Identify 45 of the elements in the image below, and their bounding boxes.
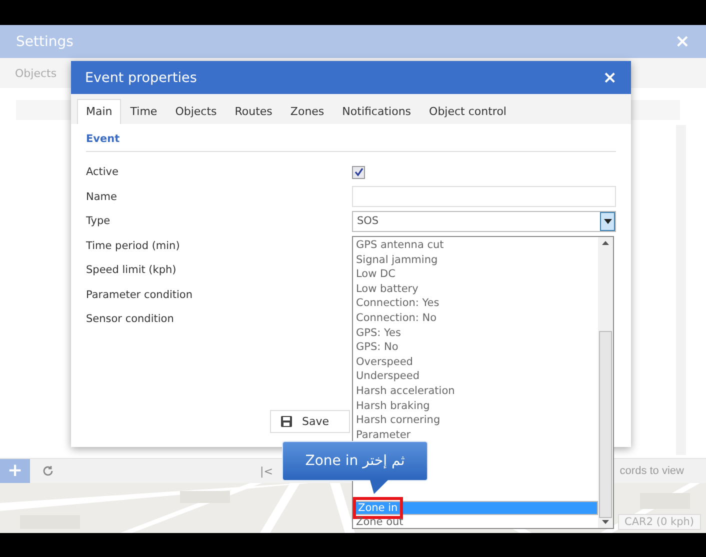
tab[interactable]: Time: [121, 99, 166, 124]
tab[interactable]: Objects: [166, 99, 226, 124]
records-text: cords to view: [620, 465, 684, 477]
dropdown-option[interactable]: Harsh cornering: [353, 413, 598, 428]
dropdown-option[interactable]: GPS: Yes: [353, 326, 598, 340]
dropdown-option[interactable]: Overspeed: [353, 354, 598, 370]
dropdown-option[interactable]: Low DC: [353, 267, 598, 282]
dropdown-option[interactable]: GPS antenna cut: [353, 238, 598, 253]
refresh-icon[interactable]: [42, 465, 54, 477]
dropdown-option[interactable]: Harsh braking: [353, 398, 598, 414]
dropdown-option[interactable]: Low battery: [353, 282, 598, 296]
field-label: Time period (min): [86, 240, 181, 252]
dropdown-option[interactable]: Parameter: [353, 428, 598, 442]
section-heading: Event: [86, 130, 616, 152]
type-dropdown[interactable]: SOS: [352, 210, 616, 232]
tab[interactable]: Routes: [226, 99, 282, 124]
close-button[interactable]: ×: [602, 68, 617, 88]
field-label: Speed limit (kph): [86, 264, 178, 276]
field-label: Type: [86, 215, 112, 228]
scroll-down-icon[interactable]: [602, 520, 609, 524]
dropdown-option[interactable]: Signal jamming: [353, 252, 598, 268]
scroll-up-icon[interactable]: [602, 241, 609, 245]
save-button[interactable]: Save: [270, 410, 350, 433]
scrollbar[interactable]: [598, 237, 613, 528]
dropdown-option[interactable]: Harsh acceleration: [353, 384, 598, 399]
tab[interactable]: Zones: [281, 99, 334, 124]
checkbox[interactable]: [352, 166, 365, 179]
dropdown-option[interactable]: GPS: No: [353, 340, 598, 355]
field-label: Sensor condition: [86, 313, 175, 326]
dropdown-option[interactable]: Underspeed: [353, 369, 598, 384]
tab[interactable]: Object control: [420, 99, 516, 124]
dropdown-option[interactable]: Connection: No: [353, 310, 598, 326]
tab[interactable]: Notifications: [333, 99, 420, 124]
dialog-title: Event properties: [85, 70, 197, 86]
callout-text: ثم إختر Zone in: [305, 453, 405, 469]
name-field[interactable]: [352, 186, 616, 208]
window-title: Settings: [16, 34, 74, 50]
dropdown-option[interactable]: Connection: Yes: [353, 296, 598, 311]
field-label: Name: [86, 190, 118, 203]
field-label: Active: [86, 166, 120, 178]
field-label: Parameter condition: [86, 288, 194, 301]
tab[interactable]: Main: [77, 99, 122, 124]
dropdown-option[interactable]: Zone out: [353, 515, 598, 530]
first-page-button[interactable]: |<: [260, 464, 273, 478]
callout-pointer: [370, 480, 388, 494]
